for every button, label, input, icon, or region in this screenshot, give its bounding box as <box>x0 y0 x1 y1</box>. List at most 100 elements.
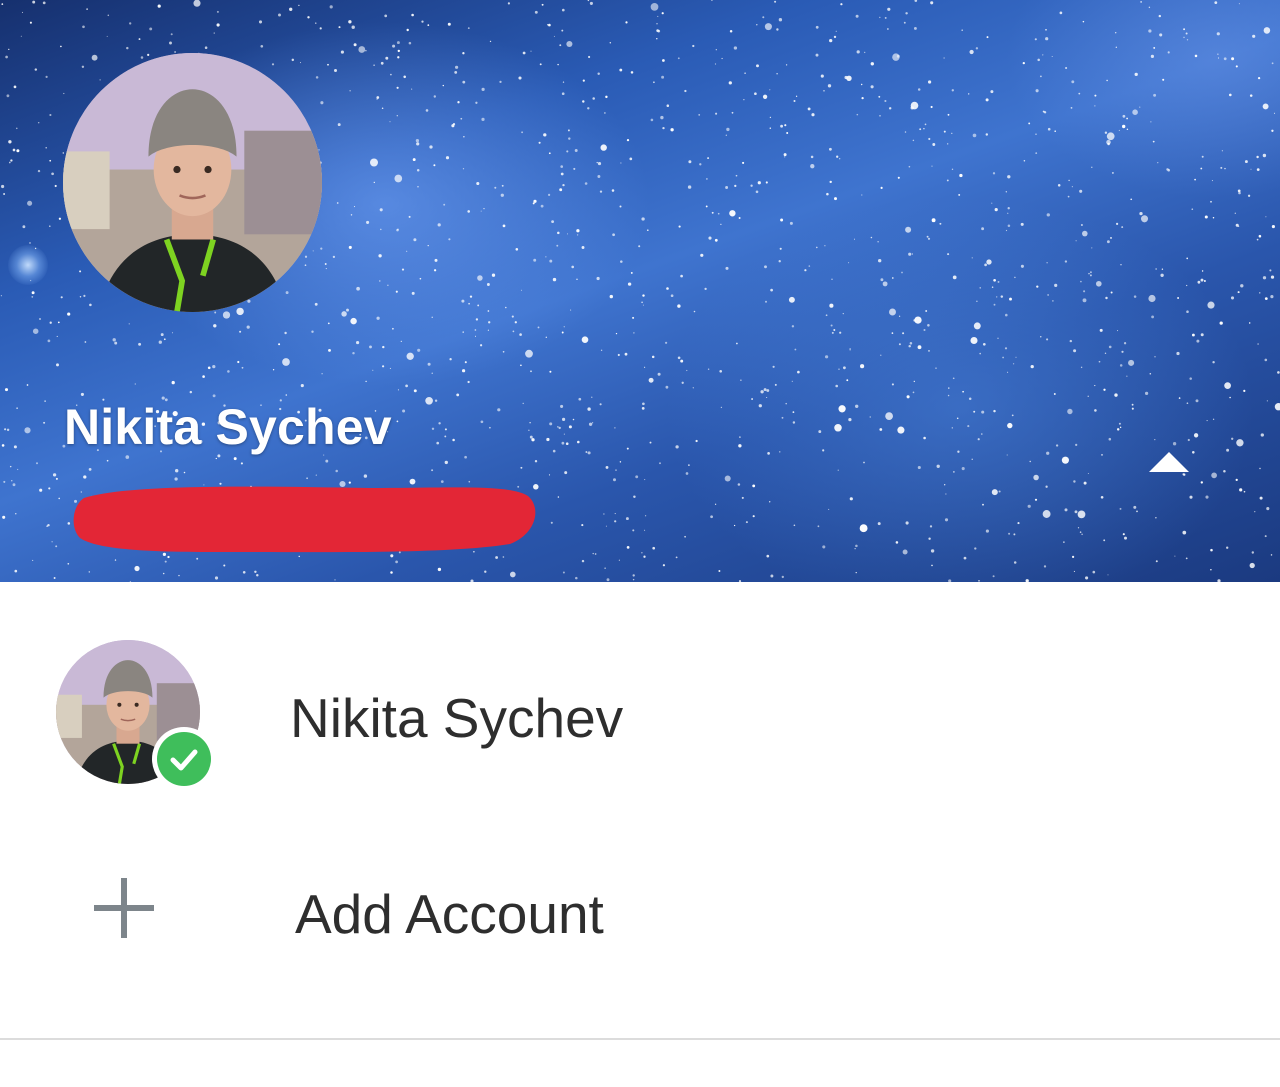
star <box>1240 284 1244 288</box>
star <box>829 38 833 43</box>
star <box>196 557 199 560</box>
star <box>1122 124 1126 129</box>
star <box>337 123 341 127</box>
star <box>906 395 910 399</box>
star <box>240 462 243 465</box>
star <box>285 394 288 396</box>
star <box>935 367 937 369</box>
star <box>416 168 420 172</box>
star <box>1217 53 1219 55</box>
plus-icon <box>94 878 154 938</box>
star <box>1071 80 1075 84</box>
star <box>174 51 177 53</box>
star <box>397 56 400 59</box>
star <box>1042 54 1044 56</box>
star <box>1133 295 1137 298</box>
star <box>778 260 781 263</box>
star <box>412 158 416 162</box>
star <box>10 159 13 162</box>
star <box>433 269 437 272</box>
star <box>1243 389 1246 393</box>
star <box>83 294 86 297</box>
star <box>36 462 38 465</box>
star <box>365 50 367 52</box>
star <box>481 117 485 122</box>
add-account-button[interactable]: Add Account <box>0 822 1280 1002</box>
star <box>1120 264 1122 266</box>
star <box>1139 106 1141 108</box>
star <box>1148 29 1152 33</box>
star <box>505 306 507 309</box>
star <box>396 115 398 117</box>
star <box>390 571 393 574</box>
avatar-photo <box>63 53 322 312</box>
checkmark-icon <box>170 749 198 771</box>
star <box>774 0 777 3</box>
star <box>825 355 829 359</box>
star <box>1073 480 1076 483</box>
star <box>381 365 385 368</box>
account-switcher-toggle[interactable] <box>1138 440 1200 484</box>
star <box>1111 171 1114 174</box>
star <box>718 570 721 572</box>
star <box>390 73 392 76</box>
star <box>282 358 290 366</box>
star <box>1237 225 1240 227</box>
star <box>969 49 974 55</box>
star <box>962 390 964 393</box>
star <box>1077 527 1080 529</box>
star <box>378 254 382 258</box>
star <box>953 471 955 473</box>
star <box>947 143 949 145</box>
star <box>1155 517 1157 519</box>
star <box>831 278 833 280</box>
star <box>396 86 399 89</box>
star <box>880 278 884 282</box>
star <box>1107 142 1110 146</box>
star <box>530 370 532 373</box>
star <box>164 560 167 563</box>
star <box>538 141 541 144</box>
star <box>454 71 458 74</box>
star <box>574 149 578 152</box>
star <box>648 377 654 383</box>
star <box>1212 418 1215 420</box>
star <box>1006 454 1008 456</box>
star <box>1200 278 1204 282</box>
star <box>649 441 652 444</box>
star <box>1079 189 1083 193</box>
star <box>1205 495 1209 499</box>
star <box>1122 114 1126 118</box>
star <box>1089 271 1092 274</box>
star <box>1150 121 1152 123</box>
star <box>467 27 470 29</box>
star <box>43 421 46 424</box>
star <box>1070 106 1073 109</box>
star <box>1262 153 1267 158</box>
star <box>700 253 704 257</box>
account-row[interactable]: Nikita Sychev <box>0 622 1280 812</box>
star <box>767 452 770 455</box>
star <box>12 148 16 152</box>
star <box>908 252 912 256</box>
star <box>859 524 868 533</box>
star <box>1252 34 1256 38</box>
star <box>635 475 639 479</box>
star <box>615 332 618 335</box>
redaction-mark <box>73 486 536 553</box>
star <box>928 537 931 540</box>
star <box>91 54 98 61</box>
star <box>974 547 977 550</box>
star <box>562 183 565 187</box>
star <box>1092 570 1096 574</box>
star <box>534 10 538 14</box>
star <box>444 435 447 438</box>
star <box>642 402 645 406</box>
star <box>348 245 352 249</box>
star <box>1 444 5 447</box>
star <box>642 304 644 306</box>
profile-avatar[interactable] <box>63 53 322 312</box>
star <box>879 16 881 19</box>
star <box>848 262 850 264</box>
star <box>810 164 815 169</box>
